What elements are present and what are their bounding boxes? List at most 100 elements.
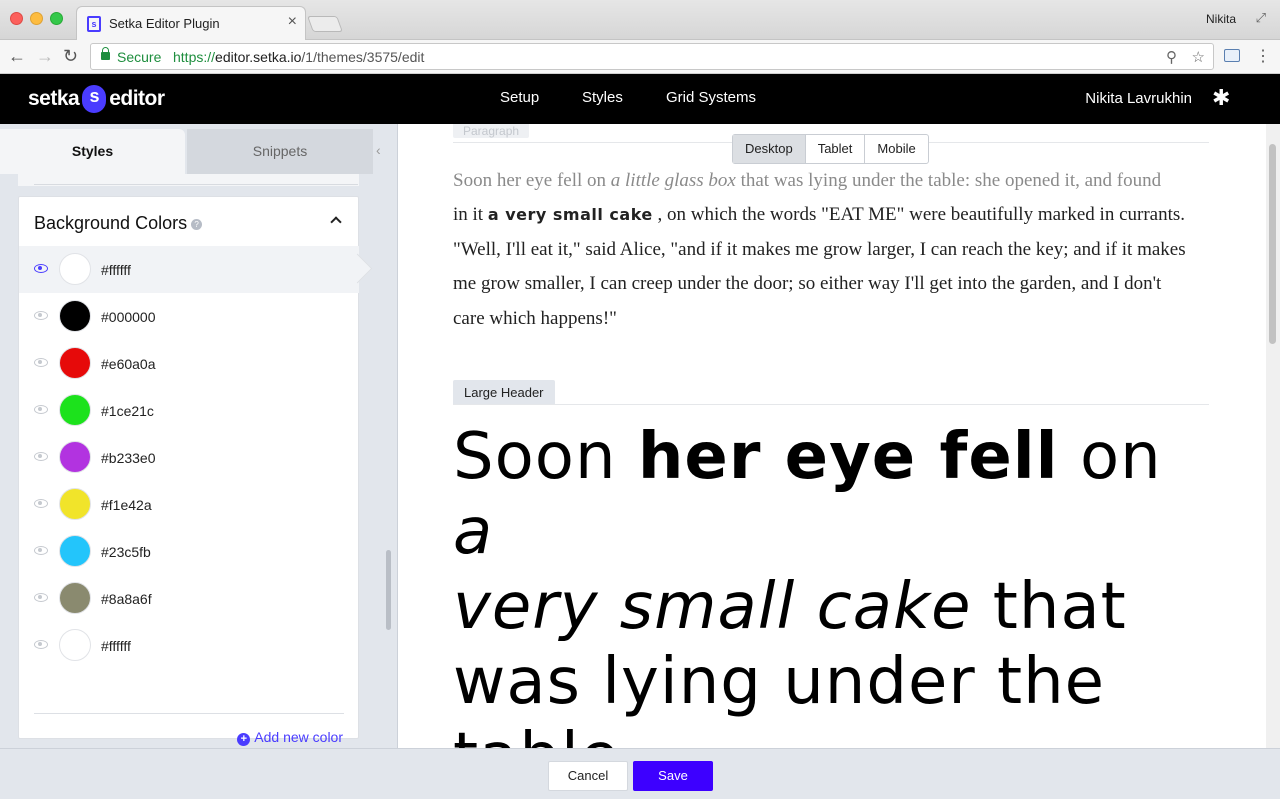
user-name[interactable]: Nikita Lavrukhin (1085, 90, 1192, 107)
color-row[interactable]: #f1e42a (19, 481, 359, 528)
content-scrollbar-thumb[interactable] (1269, 144, 1276, 344)
color-row[interactable]: #ffffff (19, 622, 359, 669)
cancel-button[interactable]: Cancel (548, 761, 628, 791)
device-tablet-button[interactable]: Tablet (804, 135, 865, 163)
help-icon[interactable]: ? (191, 218, 203, 230)
new-tab-button[interactable] (307, 16, 343, 32)
setka-logo[interactable]: setka editor (28, 85, 165, 113)
color-hex: #ffffff (101, 638, 131, 654)
tab-close-icon[interactable]: × (288, 13, 297, 31)
paragraph-italic: a little glass box (610, 170, 736, 191)
window-zoom-button[interactable] (50, 12, 63, 25)
color-hex: #ffffff (101, 262, 131, 278)
reload-icon[interactable]: ↻ (63, 46, 78, 67)
paragraph-text: in it (453, 204, 488, 226)
large-header-preview[interactable]: Soon her eye fell on a very small cake t… (453, 420, 1223, 748)
color-hex: #1ce21c (101, 403, 154, 419)
large-header-line: was lying under the (453, 645, 1106, 719)
window-minimize-button[interactable] (30, 12, 43, 25)
color-hex: #b233e0 (101, 450, 156, 466)
section-title-text: Background Colors (34, 213, 188, 233)
fullscreen-icon[interactable]: ⤢ (1256, 10, 1266, 26)
sidebar: Styles Snippets ‹ Background Colors? #ff… (0, 124, 398, 748)
color-row[interactable]: #1ce21c (19, 387, 359, 434)
key-icon[interactable]: ⚲ (1166, 48, 1177, 66)
chevron-up-icon[interactable] (330, 216, 342, 228)
plus-circle-icon: + (237, 733, 251, 746)
color-swatch[interactable] (59, 253, 91, 285)
color-swatch[interactable] (59, 347, 91, 379)
sidebar-scrollbar[interactable] (386, 550, 391, 630)
bookmark-star-icon[interactable]: ☆ (1192, 48, 1205, 66)
save-button[interactable]: Save (633, 761, 713, 791)
eye-icon[interactable] (34, 640, 48, 649)
eye-icon[interactable] (34, 593, 48, 602)
nav-setup[interactable]: Setup (500, 89, 539, 106)
eye-icon[interactable] (34, 264, 48, 273)
color-row[interactable]: #23c5fb (19, 528, 359, 575)
add-new-color-button[interactable]: + Add new color (237, 729, 343, 746)
color-row[interactable]: #ffffff (19, 246, 359, 293)
color-row[interactable]: #8a8a6f (19, 575, 359, 622)
url-text[interactable]: https://editor.setka.io/1/themes/3575/ed… (173, 49, 424, 65)
url-path: /1/themes/3575/edit (301, 49, 425, 65)
background-colors-card: Background Colors? #ffffff #000000 #e60a… (18, 196, 359, 746)
color-swatch[interactable] (59, 629, 91, 661)
color-hex: #e60a0a (101, 356, 156, 372)
back-icon[interactable]: ← (8, 46, 26, 67)
section-divider (453, 404, 1209, 405)
app-header: setka editor Setup Styles Grid Systems N… (0, 74, 1280, 124)
window-close-button[interactable] (10, 12, 23, 25)
browser-menu-icon[interactable]: ⋮ (1255, 46, 1271, 66)
large-header-tag[interactable]: Large Header (453, 380, 555, 405)
header-italic: a (453, 495, 494, 569)
color-hex: #f1e42a (101, 497, 152, 513)
large-header-line: table (453, 720, 1223, 748)
nav-grid-systems[interactable]: Grid Systems (666, 89, 756, 106)
eye-icon[interactable] (34, 499, 48, 508)
eye-icon[interactable] (34, 311, 48, 320)
paragraph-tag[interactable]: Paragraph (453, 124, 530, 138)
color-swatch[interactable] (59, 535, 91, 567)
tab-title: Setka Editor Plugin (109, 16, 220, 31)
browser-tab[interactable]: s Setka Editor Plugin × (76, 6, 306, 40)
color-hex: #23c5fb (101, 544, 151, 560)
content-scrollbar[interactable] (1266, 124, 1280, 748)
color-swatch[interactable] (59, 394, 91, 426)
color-swatch[interactable] (59, 300, 91, 332)
paragraph-preview[interactable]: Soon her eye fell on a little glass box … (453, 164, 1213, 336)
color-row[interactable]: #e60a0a (19, 340, 359, 387)
url-scheme: https:// (173, 49, 216, 65)
color-row[interactable]: #000000 (19, 293, 359, 340)
device-mobile-button[interactable]: Mobile (864, 135, 927, 163)
eye-icon[interactable] (34, 452, 48, 461)
tab-styles[interactable]: Styles (0, 129, 185, 174)
color-swatch[interactable] (59, 582, 91, 614)
paragraph-text: that was lying under the table: she open… (735, 170, 1162, 191)
header-bold: her eye fell (637, 420, 1059, 494)
address-bar[interactable]: Secure https://editor.setka.io/1/themes/… (90, 43, 1214, 70)
section-title[interactable]: Background Colors? (34, 213, 203, 234)
device-desktop-button[interactable]: Desktop (733, 135, 805, 163)
color-swatch[interactable] (59, 441, 91, 473)
footer-bar: Cancel Save (0, 748, 1280, 799)
color-swatch[interactable] (59, 488, 91, 520)
eye-icon[interactable] (34, 405, 48, 414)
color-hex: #8a8a6f (101, 591, 152, 607)
color-row[interactable]: #b233e0 (19, 434, 359, 481)
tab-snippets[interactable]: Snippets (187, 129, 373, 174)
eye-icon[interactable] (34, 546, 48, 555)
eye-icon[interactable] (34, 358, 48, 367)
header-text: that (971, 570, 1127, 644)
forward-icon[interactable]: → (36, 46, 54, 67)
collapse-sidebar-icon[interactable]: ‹ (376, 142, 381, 158)
extension-icon[interactable] (1224, 49, 1240, 62)
paragraph-bold: a very small cake (487, 205, 653, 225)
paragraph-text: Soon her eye fell on (453, 170, 611, 191)
gear-icon[interactable]: ✱ (1212, 87, 1230, 109)
color-hex: #000000 (101, 309, 156, 325)
browser-profile[interactable]: Nikita (1206, 12, 1236, 26)
paragraph-line: care which happens!" (453, 307, 617, 329)
logo-text-left: setka (28, 87, 80, 110)
nav-styles[interactable]: Styles (582, 89, 623, 106)
